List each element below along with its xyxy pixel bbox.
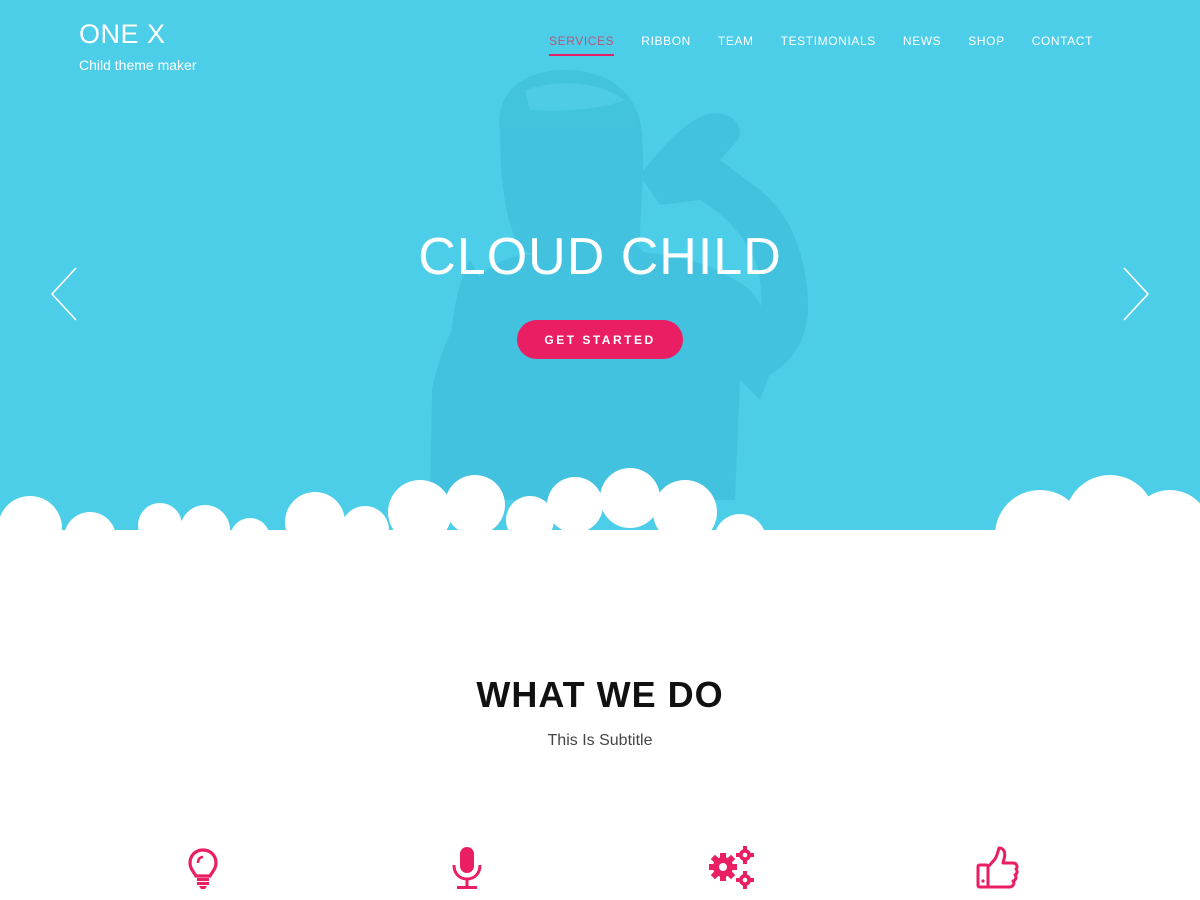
nav-item-services[interactable]: SERVICES bbox=[549, 34, 615, 56]
main-navigation: SERVICES RIBBON TEAM TESTIMONIALS NEWS S… bbox=[522, 34, 1093, 56]
gears-icon bbox=[708, 845, 754, 891]
site-branding: ONE X Child theme maker bbox=[79, 18, 197, 74]
microphone-icon bbox=[444, 845, 490, 891]
nav-item-shop[interactable]: SHOP bbox=[968, 34, 1004, 56]
thumbs-up-icon bbox=[975, 845, 1021, 891]
hero-background-image bbox=[0, 0, 1200, 600]
nav-item-testimonials[interactable]: TESTIMONIALS bbox=[781, 34, 876, 56]
hero-title: CLOUD CHILD bbox=[418, 228, 782, 286]
site-tagline: Child theme maker bbox=[79, 57, 197, 73]
lightbulb-icon bbox=[180, 845, 226, 891]
hero-section: ONE X Child theme maker SERVICES RIBBON … bbox=[0, 0, 1200, 600]
site-title[interactable]: ONE X bbox=[79, 18, 197, 50]
section-subtitle: This Is Subtitle bbox=[547, 732, 653, 749]
nav-item-ribbon[interactable]: RIBBON bbox=[641, 34, 691, 56]
get-started-button[interactable]: GET STARTED bbox=[517, 320, 683, 359]
nav-item-team[interactable]: TEAM bbox=[718, 34, 754, 56]
section-heading: WHAT WE DO bbox=[476, 674, 724, 715]
nav-item-news[interactable]: NEWS bbox=[903, 34, 941, 56]
nav-item-contact[interactable]: CONTACT bbox=[1032, 34, 1093, 56]
